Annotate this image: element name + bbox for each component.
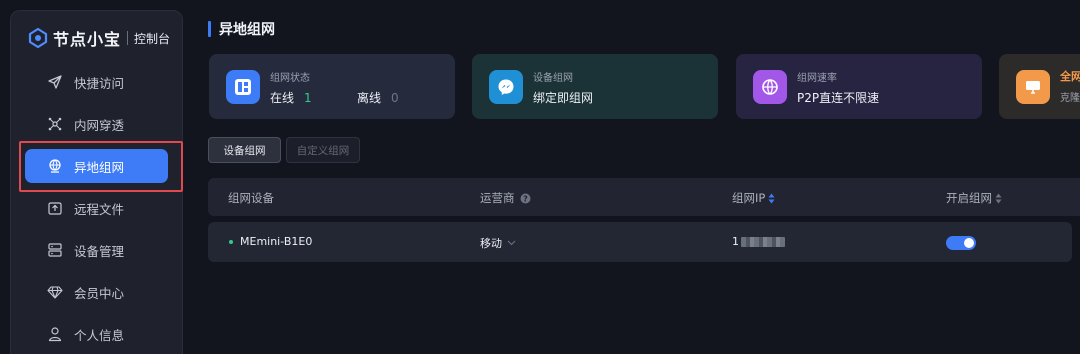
logo-icon <box>28 27 48 49</box>
layout-icon <box>226 70 260 104</box>
sidebar-item-label: 会员中心 <box>74 285 125 301</box>
sidebar-item-profile[interactable]: 个人信息 <box>25 317 168 351</box>
diamond-icon <box>47 284 63 300</box>
sidebar-item-label: 快捷访问 <box>74 75 125 91</box>
sidebar-item-label: 远程文件 <box>74 201 125 217</box>
network-speed-card: 组网速率 P2P直连不限速 <box>736 54 982 119</box>
messenger-icon <box>489 70 523 104</box>
sidebar-item-label: 内网穿透 <box>74 117 125 133</box>
redacted-ip <box>741 236 785 247</box>
title-accent-bar <box>208 21 211 37</box>
help-icon[interactable]: ? <box>520 193 531 204</box>
column-isp: 运营商 ? <box>480 190 531 206</box>
tab-device-network[interactable]: 设备组网 <box>208 137 281 163</box>
card-title: 设备组网 <box>533 73 573 84</box>
sidebar-item-intranet[interactable]: 内网穿透 <box>25 107 168 141</box>
paper-plane-icon <box>47 74 63 90</box>
page-title: 异地组网 <box>208 19 275 39</box>
sidebar-item-label: 个人信息 <box>74 327 125 343</box>
device-cell: MEmini-B1E0 <box>229 235 312 248</box>
online-count: 1 <box>304 91 312 105</box>
brand-name: 节点小宝 <box>53 30 122 49</box>
kiosk-icon <box>1016 70 1050 104</box>
brand-subtitle: 控制台 <box>134 31 171 46</box>
enable-network-toggle[interactable] <box>946 236 976 250</box>
tab-custom-network[interactable]: 自定义组网 <box>286 137 360 163</box>
offline-status: 离线 0 <box>357 91 399 105</box>
column-enable[interactable]: 开启组网 <box>946 190 1002 206</box>
isp-select[interactable]: 移动 <box>480 235 516 251</box>
sidebar-item-remote-files[interactable]: 远程文件 <box>25 191 168 225</box>
device-network-card: 设备组网 绑定即组网 <box>472 54 718 119</box>
server-icon <box>47 242 63 258</box>
chevron-down-icon <box>507 240 516 246</box>
sidebar-item-quick-access[interactable]: 快捷访问 <box>25 65 168 99</box>
globe-icon <box>753 70 787 104</box>
card-value: 克隆 <box>1060 93 1080 104</box>
brand[interactable]: 节点小宝 控制台 <box>27 26 170 50</box>
upload-folder-icon <box>47 200 63 216</box>
card-value: 绑定即组网 <box>533 91 594 105</box>
card-title: 组网速率 <box>797 73 837 84</box>
column-device: 组网设备 <box>228 191 274 205</box>
online-dot <box>229 239 233 244</box>
column-ip[interactable]: 组网IP <box>732 190 775 206</box>
toggle-knob <box>964 238 974 248</box>
active-item-highlight <box>19 141 183 192</box>
card-title: 全网 <box>1060 70 1080 83</box>
brand-divider <box>127 31 129 45</box>
ip-cell: 1 <box>732 235 785 248</box>
table-header: 组网设备 运营商 ? 组网IP 开启组网 <box>208 178 1080 216</box>
sidebar-item-membership[interactable]: 会员中心 <box>25 275 168 309</box>
sort-icon[interactable] <box>995 193 1002 204</box>
online-status: 在线 1 <box>270 91 312 105</box>
svg-text:?: ? <box>523 194 528 203</box>
user-icon <box>47 326 63 342</box>
sidebar-item-device-management[interactable]: 设备管理 <box>25 233 168 267</box>
sort-icon[interactable] <box>768 193 775 204</box>
card-value: P2P直连不限速 <box>797 91 880 105</box>
card-title: 组网状态 <box>270 73 310 84</box>
global-card: 全网 克隆 <box>999 54 1080 119</box>
network-nodes-icon <box>47 116 63 132</box>
table-row: MEmini-B1E0 移动 1 <box>208 222 1072 262</box>
offline-count: 0 <box>391 91 399 105</box>
sidebar-item-label: 设备管理 <box>74 243 125 259</box>
network-status-card: 组网状态 在线 1 离线 0 <box>209 54 455 119</box>
